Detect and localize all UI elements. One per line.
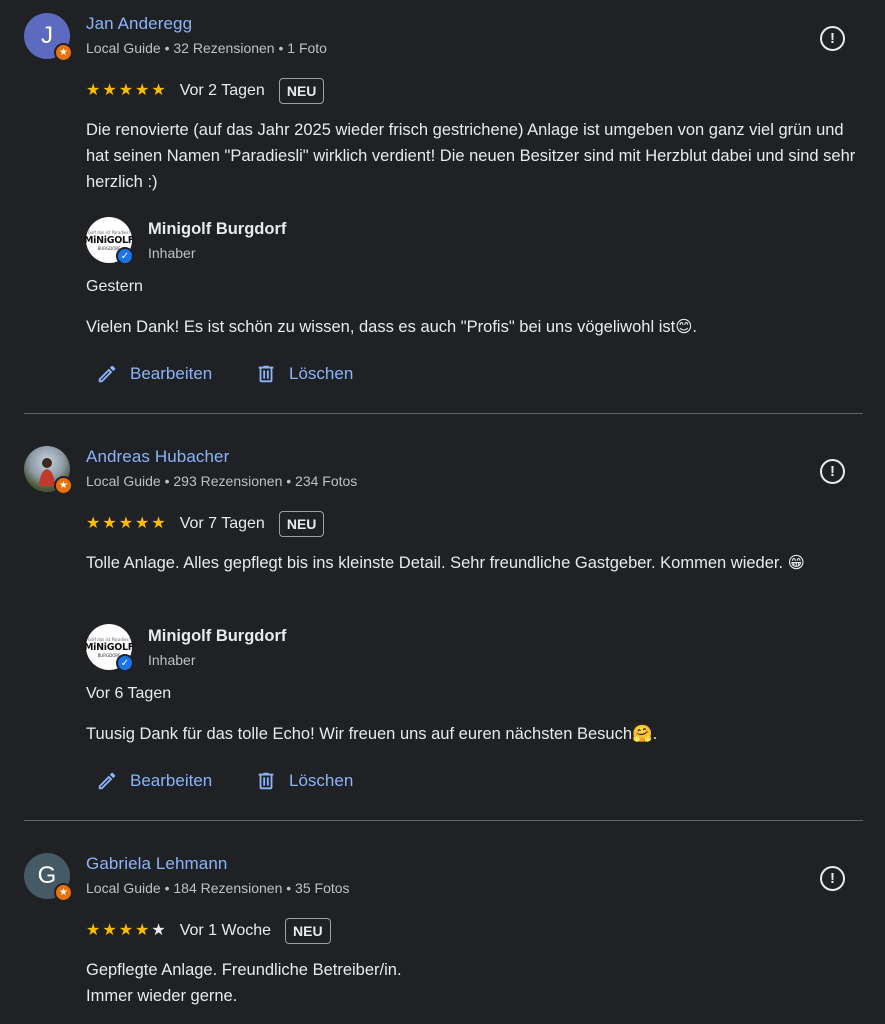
reviewer-avatar[interactable]: ★ — [24, 446, 73, 495]
divider — [24, 820, 863, 821]
new-badge: NEU — [278, 78, 325, 104]
edit-label: Bearbeiten — [130, 771, 213, 790]
review-date: Vor 2 Tagen — [179, 82, 265, 99]
review-text: Tolle Anlage. Alles gepflegt bis ins kle… — [86, 554, 805, 572]
edit-reply-button[interactable]: Bearbeiten — [96, 363, 212, 385]
avatar-initial: G — [37, 862, 57, 889]
star-icon: ★ — [118, 515, 134, 532]
owner-role: Inhaber — [148, 652, 196, 668]
delete-label: Löschen — [289, 771, 354, 790]
star-icon: ★ — [135, 515, 150, 532]
new-badge: NEU — [285, 918, 331, 944]
report-review-icon[interactable]: ! — [820, 866, 845, 891]
reviewer-meta: Local Guide • 32 Rezensionen • 1 Foto — [86, 40, 327, 56]
delete-reply-button[interactable]: Löschen — [255, 770, 353, 792]
star-icon: ★ — [151, 82, 166, 99]
star-icon: ★ — [135, 82, 150, 99]
reply-date: Gestern — [86, 278, 143, 295]
review-text: Gepflegte Anlage. Freundliche Betreiber/… — [86, 961, 402, 1005]
rating-row: ★ ★ ★ ★ ★ Vor 2 Tagen NEU — [86, 76, 325, 106]
reviewer-name[interactable]: Jan Anderegg — [86, 14, 192, 34]
owner-avatar: Golf das ist Paradies! MiNiGOLF BURGDORF… — [84, 217, 134, 265]
owner-role: Inhaber — [148, 245, 196, 261]
rating-row: ★ ★ ★ ★ ★ Vor 7 Tagen NEU — [86, 509, 325, 539]
owner-name: Minigolf Burgdorf — [148, 220, 287, 238]
star-icon: ★ — [102, 515, 117, 532]
star-icon: ★ — [118, 922, 134, 939]
new-badge: NEU — [278, 511, 325, 537]
edit-reply-button[interactable]: Bearbeiten — [96, 770, 212, 792]
reviewer-avatar[interactable]: G ★ — [24, 853, 73, 902]
star-icon: ★ — [151, 515, 166, 532]
star-icon: ★ — [86, 82, 101, 99]
logo-brand-text: MiNiGOLF — [84, 641, 134, 653]
local-guide-star-icon: ★ — [54, 43, 73, 62]
star-icon: ★ — [118, 82, 134, 99]
star-icon: ★ — [102, 922, 117, 939]
review-text: Die renovierte (auf das Jahr 2025 wieder… — [86, 121, 856, 191]
reply-date: Vor 6 Tagen — [86, 685, 172, 702]
local-guide-star-icon: ★ — [54, 476, 73, 495]
delete-label: Löschen — [289, 364, 354, 383]
rating-row: ★ ★ ★ ★ ★ Vor 1 Woche NEU — [86, 916, 331, 946]
edit-label: Bearbeiten — [130, 364, 213, 383]
pencil-icon — [98, 772, 116, 790]
reply-text: Vielen Dank! Es ist schön zu wissen, das… — [86, 318, 697, 336]
star-icon: ★ — [86, 515, 101, 532]
reviewer-name[interactable]: Andreas Hubacher — [86, 447, 229, 467]
reviewer-meta: Local Guide • 293 Rezensionen • 234 Foto… — [86, 473, 358, 489]
report-review-icon[interactable]: ! — [820, 26, 845, 51]
reviewer-name[interactable]: Gabriela Lehmann — [86, 854, 227, 874]
star-icon: ★ — [102, 82, 117, 99]
divider — [24, 413, 863, 414]
logo-brand-text: MiNiGOLF — [84, 234, 134, 246]
verified-check-icon: ✓ — [116, 247, 134, 265]
reviewer-meta: Local Guide • 184 Rezensionen • 35 Fotos — [86, 880, 350, 896]
review-date: Vor 1 Woche — [179, 922, 272, 939]
reply-text: Tuusig Dank für das tolle Echo! Wir freu… — [86, 725, 658, 743]
pencil-icon — [98, 365, 116, 383]
reviewer-avatar[interactable]: J ★ — [24, 13, 73, 62]
report-review-icon[interactable]: ! — [820, 459, 845, 484]
verified-check-icon: ✓ — [116, 654, 134, 672]
trash-icon — [258, 365, 274, 383]
star-rating: ★ ★ ★ ★ ★ — [86, 923, 166, 939]
star-icon: ★ — [135, 922, 150, 939]
owner-name: Minigolf Burgdorf — [148, 627, 287, 645]
reviews-feed: J ★ Jan Anderegg Local Guide • 32 Rezens… — [0, 0, 885, 1024]
star-icon: ★ — [86, 922, 101, 939]
review-date: Vor 7 Tagen — [179, 515, 265, 532]
star-empty-icon: ★ — [151, 922, 166, 939]
star-rating: ★ ★ ★ ★ ★ — [86, 516, 166, 532]
trash-icon — [258, 772, 274, 790]
owner-avatar: Golf das ist Paradies! MiNiGOLF BURGDORF… — [84, 624, 134, 672]
delete-reply-button[interactable]: Löschen — [255, 363, 353, 385]
avatar-initial: J — [41, 22, 53, 49]
star-rating: ★ ★ ★ ★ ★ — [86, 83, 166, 99]
local-guide-star-icon: ★ — [54, 883, 73, 902]
